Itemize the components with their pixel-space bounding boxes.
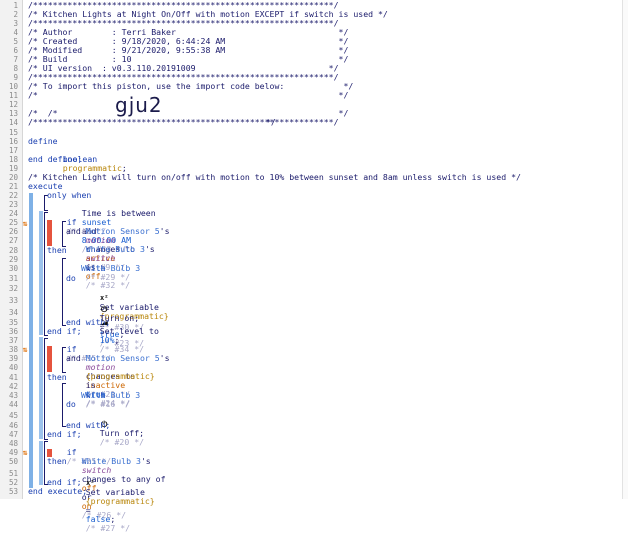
line-number: 6: [13, 46, 18, 55]
statement-id: /* #27 */: [85, 523, 131, 533]
possessive: 's: [159, 226, 170, 236]
line-number: 32: [8, 284, 18, 293]
scroll-edge[interactable]: [622, 0, 628, 499]
trigger-flag-icon[interactable]: ⇅: [22, 448, 28, 457]
line-number: 19: [8, 164, 18, 173]
line-number: 34: [8, 308, 18, 317]
line-number: 48: [8, 439, 18, 448]
line-number: 11: [8, 91, 18, 100]
line-number: 38: [8, 345, 18, 354]
then-keyword: then: [47, 245, 67, 255]
line-number: 46: [8, 421, 18, 430]
define-keyword[interactable]: define: [28, 137, 58, 146]
line-number: 3: [13, 19, 18, 28]
statement-id: /* #16 */: [85, 399, 131, 409]
line-number: 44: [8, 400, 18, 409]
execute-block-bar: [29, 193, 33, 488]
line-number: 41: [8, 373, 18, 382]
if3-block-bar: [39, 441, 43, 485]
trigger-flag-icon[interactable]: ⇅: [22, 219, 28, 228]
piston-editor: 1 2 3 4 5 6 7 8 9 10 11 12 13 14 15 16 17 18 19 20 21 22 23 24 2…: [0, 0, 628, 533]
line-number: 43: [8, 391, 18, 400]
header-stars: /***************************************…: [28, 117, 339, 127]
possessive: 's: [140, 456, 151, 466]
line-number: 16: [8, 137, 18, 146]
possessive: 's: [144, 244, 155, 254]
line-number: 30: [8, 264, 18, 273]
line-number: 27: [8, 236, 18, 245]
line-number: 52: [8, 478, 18, 487]
line-number: 53: [8, 487, 18, 496]
line-number: 9: [13, 73, 18, 82]
line-number: 2: [13, 10, 18, 19]
do-keyword: do: [66, 399, 76, 409]
line-number: 35: [8, 318, 18, 327]
end-execute: end execute;: [28, 486, 88, 496]
line-number: 10: [8, 82, 18, 91]
only-when-keyword[interactable]: only when: [47, 191, 91, 200]
line-number: 45: [8, 411, 18, 420]
trigger-flag-icon[interactable]: ⇅: [22, 345, 28, 354]
line-number: 50: [8, 457, 18, 466]
import-code[interactable]: gju2: [115, 93, 163, 117]
line-number: 24: [8, 209, 18, 218]
and-operator[interactable]: and: [66, 354, 81, 363]
if2-block-bar: [39, 337, 43, 439]
line-number: 40: [8, 363, 18, 372]
then-keyword: then: [47, 372, 67, 382]
line-number: 4: [13, 28, 18, 37]
line-number: 23: [8, 200, 18, 209]
line-number: 49: [8, 448, 18, 457]
end-define: end define;: [28, 154, 83, 164]
line-number: 37: [8, 336, 18, 345]
line-number: 18: [8, 155, 18, 164]
line-number: 13: [8, 109, 18, 118]
device-target[interactable]: White Bulb 3: [81, 391, 140, 400]
line-number: 21: [8, 182, 18, 191]
end-if: end if;: [47, 326, 82, 336]
variable-ref: {programmatic}: [85, 496, 155, 506]
line-number: 8: [13, 64, 18, 73]
line-number: 51: [8, 469, 18, 478]
do-keyword: do: [66, 273, 76, 283]
possessive: 's: [159, 353, 170, 363]
line-number: 5: [13, 37, 18, 46]
line-number: 14: [8, 118, 18, 127]
then-keyword: then: [47, 456, 67, 466]
line-number: 42: [8, 382, 18, 391]
line-number: 12: [8, 100, 18, 109]
line-number: 31: [8, 274, 18, 283]
device-target[interactable]: White Bulb 3: [81, 264, 140, 273]
statement-id: /* #29 */: [85, 272, 131, 282]
main-comment[interactable]: /* Kitchen Light will turn on/off with m…: [28, 173, 521, 182]
end-if: end if;: [47, 429, 82, 439]
line-number: 20: [8, 173, 18, 182]
variable-ref: {programmatic}: [85, 371, 155, 381]
if1-block-bar: [39, 211, 43, 335]
line-number: 47: [8, 430, 18, 439]
line-number: 22: [8, 191, 18, 200]
line-number: 28: [8, 246, 18, 255]
line-number: 26: [8, 227, 18, 236]
line-number: 15: [8, 128, 18, 137]
line-number: 1: [13, 1, 18, 10]
line-number: 7: [13, 55, 18, 64]
blank-comment: /* */: [28, 90, 349, 100]
line-number-gutter: 1 2 3 4 5 6 7 8 9 10 11 12 13 14 15 16 17 18 19 20 21 22 23 24 2…: [0, 0, 23, 499]
line-number: 25: [8, 218, 18, 227]
line-number: 29: [8, 255, 18, 264]
line-number: 33: [8, 296, 18, 305]
line-number: 17: [8, 146, 18, 155]
and-operator[interactable]: and: [66, 227, 81, 236]
line-number: 36: [8, 327, 18, 336]
line-number: 39: [8, 354, 18, 363]
